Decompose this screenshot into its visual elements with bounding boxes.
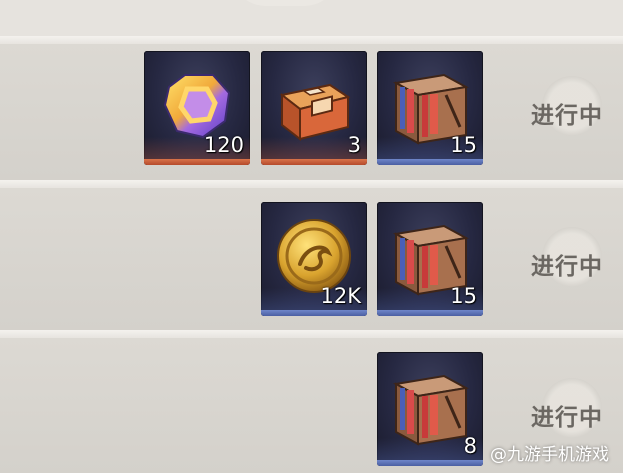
row-divider bbox=[0, 180, 623, 188]
item-count: 12K bbox=[320, 284, 362, 308]
reward-slot-book-crate[interactable]: 15 bbox=[377, 202, 483, 316]
row-divider bbox=[0, 330, 623, 338]
item-count: 15 bbox=[450, 133, 477, 157]
status-label: 进行中 bbox=[531, 405, 603, 431]
rarity-bar bbox=[261, 310, 367, 316]
reward-slot-coin[interactable]: 12K bbox=[261, 202, 367, 316]
row-divider bbox=[0, 36, 623, 44]
reward-slot-chest[interactable]: 3 bbox=[261, 51, 367, 165]
rarity-bar bbox=[377, 460, 483, 466]
status-label: 进行中 bbox=[531, 103, 603, 129]
reward-slot-gem[interactable]: 120 bbox=[144, 51, 250, 165]
book-crate-icon bbox=[392, 374, 470, 446]
status-label: 进行中 bbox=[531, 254, 603, 280]
watermark-text: @九游手机游戏 bbox=[490, 445, 609, 465]
status-in-progress-button[interactable]: 进行中 bbox=[522, 223, 612, 303]
reward-slot-book-crate[interactable]: 8 bbox=[377, 352, 483, 466]
rarity-bar bbox=[261, 159, 367, 165]
rarity-bar bbox=[144, 159, 250, 165]
item-count: 3 bbox=[347, 133, 361, 157]
status-in-progress-button[interactable]: 进行中 bbox=[522, 72, 612, 152]
top-strip bbox=[0, 0, 623, 36]
item-count: 15 bbox=[450, 284, 477, 308]
rarity-bar bbox=[377, 159, 483, 165]
chest-icon bbox=[279, 83, 351, 142]
item-count: 8 bbox=[463, 434, 477, 458]
top-arc bbox=[230, 0, 340, 6]
reward-slot-book-crate[interactable]: 15 bbox=[377, 51, 483, 165]
rarity-bar bbox=[377, 310, 483, 316]
item-count: 120 bbox=[203, 133, 244, 157]
